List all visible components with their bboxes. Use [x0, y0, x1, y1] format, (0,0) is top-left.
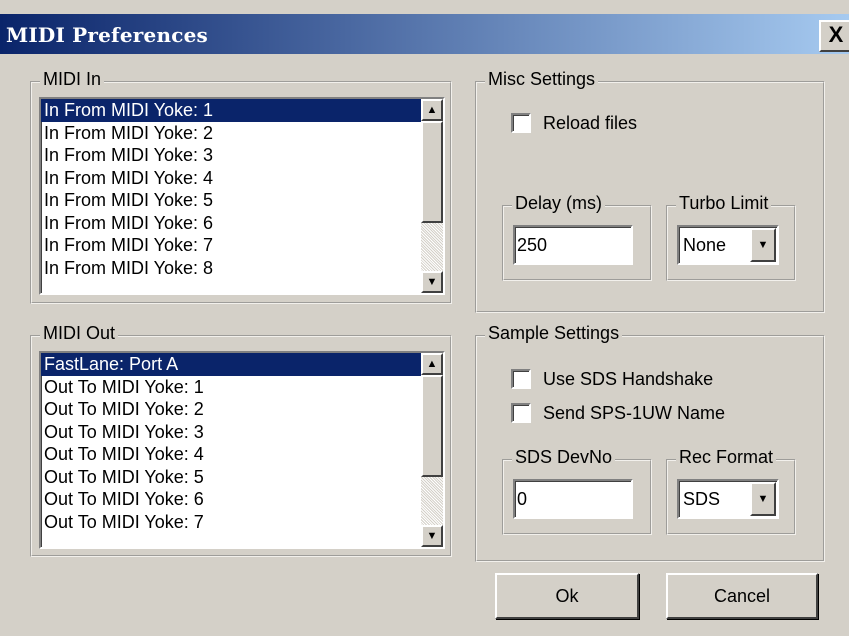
delay-group: Delay (ms) 250 — [502, 193, 652, 281]
list-item[interactable]: Out To MIDI Yoke: 3 — [41, 421, 421, 444]
sample-settings-group: Sample Settings Use SDS Handshake Send S… — [475, 323, 825, 562]
send-name-checkbox[interactable] — [511, 403, 531, 423]
list-item[interactable]: Out To MIDI Yoke: 2 — [41, 398, 421, 421]
midi-out-scroll-up-button[interactable]: ▲ — [421, 353, 443, 375]
rec-format-group: Rec Format SDS ▼ — [666, 447, 796, 535]
midi-out-scrollbar[interactable]: ▲ ▼ — [421, 353, 443, 547]
reload-files-checkbox-row[interactable]: Reload files — [511, 111, 711, 135]
list-item[interactable]: FastLane: Port A — [41, 353, 421, 376]
midi-in-scrollbar[interactable]: ▲ ▼ — [421, 99, 443, 293]
reload-files-checkbox[interactable] — [511, 113, 531, 133]
list-item[interactable]: Out To MIDI Yoke: 6 — [41, 488, 421, 511]
rec-format-label: Rec Format — [676, 447, 777, 468]
list-item[interactable]: In From MIDI Yoke: 7 — [41, 234, 421, 257]
send-name-checkbox-row[interactable]: Send SPS-1UW Name — [511, 401, 801, 425]
dialog-title: MIDI Preferences — [6, 23, 208, 47]
list-item[interactable]: In From MIDI Yoke: 2 — [41, 122, 421, 145]
list-item[interactable]: Out To MIDI Yoke: 4 — [41, 443, 421, 466]
list-item[interactable]: In From MIDI Yoke: 6 — [41, 212, 421, 235]
send-name-label: Send SPS-1UW Name — [543, 403, 726, 423]
midi-out-listbox[interactable]: FastLane: Port A Out To MIDI Yoke: 1 Out T… — [39, 351, 445, 549]
reload-files-label: Reload files — [543, 113, 638, 133]
use-sds-handshake-checkbox[interactable] — [511, 369, 531, 389]
use-sds-handshake-label: Use SDS Handshake — [543, 369, 714, 389]
list-item[interactable]: In From MIDI Yoke: 4 — [41, 167, 421, 190]
midi-out-scroll-down-button[interactable]: ▼ — [421, 525, 443, 547]
midi-in-scroll-thumb[interactable] — [421, 121, 443, 223]
cancel-button[interactable]: Cancel — [666, 573, 818, 619]
sds-devno-group: SDS DevNo 0 — [502, 447, 652, 535]
sample-settings-label: Sample Settings — [485, 323, 623, 344]
midi-out-group: MIDI Out FastLane: Port A Out To MIDI Yok… — [30, 323, 452, 557]
sds-devno-input[interactable]: 0 — [513, 479, 633, 519]
list-item[interactable]: In From MIDI Yoke: 5 — [41, 189, 421, 212]
delay-label: Delay (ms) — [512, 193, 606, 214]
sds-devno-label: SDS DevNo — [512, 447, 616, 468]
ok-button[interactable]: Ok — [495, 573, 639, 619]
list-item[interactable]: Out To MIDI Yoke: 5 — [41, 466, 421, 489]
scroll-down-arrow-icon: ▼ — [426, 276, 438, 288]
delay-input[interactable]: 250 — [513, 225, 633, 265]
midi-in-scroll-up-button[interactable]: ▲ — [421, 99, 443, 121]
midi-in-group: MIDI In In From MIDI Yoke: 1 In From MIDI… — [30, 69, 452, 304]
list-item[interactable]: In From MIDI Yoke: 8 — [41, 257, 421, 280]
close-button[interactable]: X — [819, 20, 849, 52]
close-icon: X — [828, 22, 844, 47]
turbo-limit-select[interactable]: None ▼ — [677, 225, 779, 265]
rec-format-value: SDS — [683, 489, 721, 509]
title-bar[interactable]: MIDI Preferences X — [0, 14, 849, 54]
midi-out-label: MIDI Out — [40, 323, 119, 344]
scroll-up-arrow-icon: ▲ — [426, 104, 438, 116]
misc-settings-label: Misc Settings — [485, 69, 599, 90]
list-item[interactable]: In From MIDI Yoke: 1 — [41, 99, 421, 122]
list-item[interactable]: Out To MIDI Yoke: 7 — [41, 511, 421, 534]
midi-out-items: FastLane: Port A Out To MIDI Yoke: 1 Out T… — [41, 353, 421, 547]
midi-in-listbox[interactable]: In From MIDI Yoke: 1 In From MIDI Yoke: 2… — [39, 97, 445, 295]
scroll-down-arrow-icon: ▼ — [426, 530, 438, 542]
use-sds-handshake-checkbox-row[interactable]: Use SDS Handshake — [511, 367, 801, 391]
list-item[interactable]: Out To MIDI Yoke: 1 — [41, 376, 421, 399]
midi-out-scroll-thumb[interactable] — [421, 375, 443, 477]
turbo-limit-dropdown-button[interactable]: ▼ — [750, 228, 776, 262]
midi-in-label: MIDI In — [40, 69, 105, 90]
dropdown-arrow-icon: ▼ — [757, 239, 769, 251]
dropdown-arrow-icon: ▼ — [757, 493, 769, 505]
misc-settings-group: Misc Settings Reload files Delay (ms) 25… — [475, 69, 825, 313]
rec-format-dropdown-button[interactable]: ▼ — [750, 482, 776, 516]
turbo-limit-value: None — [683, 235, 727, 255]
midi-in-items: In From MIDI Yoke: 1 In From MIDI Yoke: 2… — [41, 99, 421, 293]
scroll-up-arrow-icon: ▲ — [426, 358, 438, 370]
midi-preferences-dialog: MIDI Preferences X MIDI In In From MIDI … — [0, 0, 849, 636]
rec-format-select[interactable]: SDS ▼ — [677, 479, 779, 519]
turbo-limit-group: Turbo Limit None ▼ — [666, 193, 796, 281]
list-item[interactable]: In From MIDI Yoke: 3 — [41, 144, 421, 167]
turbo-limit-label: Turbo Limit — [676, 193, 772, 214]
midi-in-scroll-down-button[interactable]: ▼ — [421, 271, 443, 293]
